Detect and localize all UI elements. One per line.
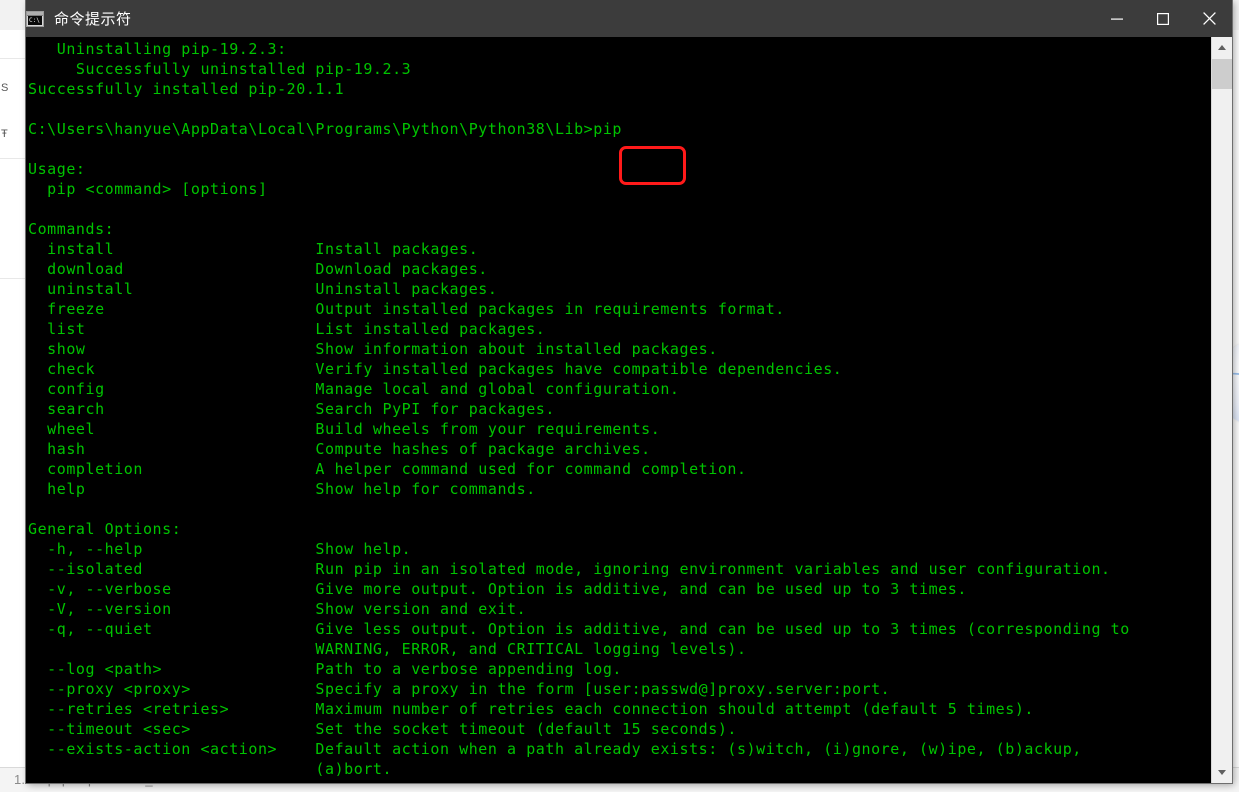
console-line: (a)bort. — [28, 760, 393, 778]
console-line: C:\Users\hanyue\AppData\Local\Programs\P… — [28, 120, 623, 138]
window-controls — [1094, 0, 1232, 37]
console-line: install Install packages. — [28, 240, 479, 258]
console-line: freeze Output installed packages in requ… — [28, 300, 785, 318]
command-prompt-window[interactable]: C:\ 命令提示符 Uninstalling pip-19.2.3: Succe… — [26, 0, 1232, 783]
close-button[interactable] — [1186, 0, 1232, 37]
console-line: --exists-action <action> Default action … — [28, 740, 1082, 758]
console-line: Usage: — [28, 160, 86, 178]
cmd-icon-text: C:\ — [28, 15, 42, 25]
console-text: Uninstalling pip-19.2.3: Successfully un… — [26, 37, 1211, 779]
close-icon — [1202, 12, 1216, 25]
scrollbar-up-button[interactable] — [1212, 37, 1232, 58]
scrollbar-thumb[interactable] — [1212, 59, 1232, 89]
console-line: Successfully installed pip-20.1.1 — [28, 80, 345, 98]
window-title: 命令提示符 — [54, 11, 132, 28]
maximize-icon — [1157, 12, 1169, 25]
console-line: search Search PyPI for packages. — [28, 400, 555, 418]
console-line: General Options: — [28, 520, 182, 538]
console-line: -h, --help Show help. — [28, 540, 412, 558]
console-line: WARNING, ERROR, and CRITICAL logging lev… — [28, 640, 747, 658]
screen-root: S Ŧ 1.8.1 pcp1-cpo1 n win_amd64.whl C:\ … — [0, 0, 1239, 792]
maximize-button[interactable] — [1140, 0, 1186, 37]
minimize-icon — [1111, 18, 1123, 20]
console-line: -V, --version Show version and exit. — [28, 600, 527, 618]
chevron-down-icon — [1218, 770, 1226, 775]
console-output-area[interactable]: Uninstalling pip-19.2.3: Successfully un… — [26, 37, 1232, 783]
console-line: pip <command> [options] — [28, 180, 268, 198]
background-left-label-2: Ŧ — [1, 128, 8, 140]
scrollbar-down-button[interactable] — [1212, 762, 1232, 783]
console-line: Commands: — [28, 220, 115, 238]
console-line: --log <path> Path to a verbose appending… — [28, 660, 623, 678]
console-line: --isolated Run pip in an isolated mode, … — [28, 560, 1111, 578]
console-line: Uninstalling pip-19.2.3: — [28, 40, 287, 58]
console-line: uninstall Uninstall packages. — [28, 280, 498, 298]
console-line: check Verify installed packages have com… — [28, 360, 843, 378]
console-line: Successfully uninstalled pip-19.2.3 — [28, 60, 412, 78]
console-line: list List installed packages. — [28, 320, 546, 338]
background-window-left[interactable]: S Ŧ — [0, 30, 27, 792]
background-left-label-1: S — [1, 82, 9, 94]
console-line: --timeout <sec> Set the socket timeout (… — [28, 720, 737, 738]
window-titlebar[interactable]: C:\ 命令提示符 — [26, 0, 1232, 37]
cmd-icon: C:\ — [26, 10, 44, 27]
console-line: -v, --verbose Give more output. Option i… — [28, 580, 967, 598]
chevron-up-icon — [1218, 45, 1226, 50]
minimize-button[interactable] — [1094, 0, 1140, 37]
console-line: --proxy <proxy> Specify a proxy in the f… — [28, 680, 891, 698]
console-line: wheel Build wheels from your requirement… — [28, 420, 661, 438]
console-line: show Show information about installed pa… — [28, 340, 718, 358]
console-scrollbar[interactable] — [1211, 37, 1232, 783]
console-line: completion A helper command used for com… — [28, 460, 747, 478]
console-line: --retries <retries> Maximum number of re… — [28, 700, 1034, 718]
console-line: -q, --quiet Give less output. Option is … — [28, 620, 1130, 638]
console-line: config Manage local and global configura… — [28, 380, 680, 398]
console-line: help Show help for commands. — [28, 480, 536, 498]
console-line: download Download packages. — [28, 260, 488, 278]
console-line: hash Compute hashes of package archives. — [28, 440, 651, 458]
